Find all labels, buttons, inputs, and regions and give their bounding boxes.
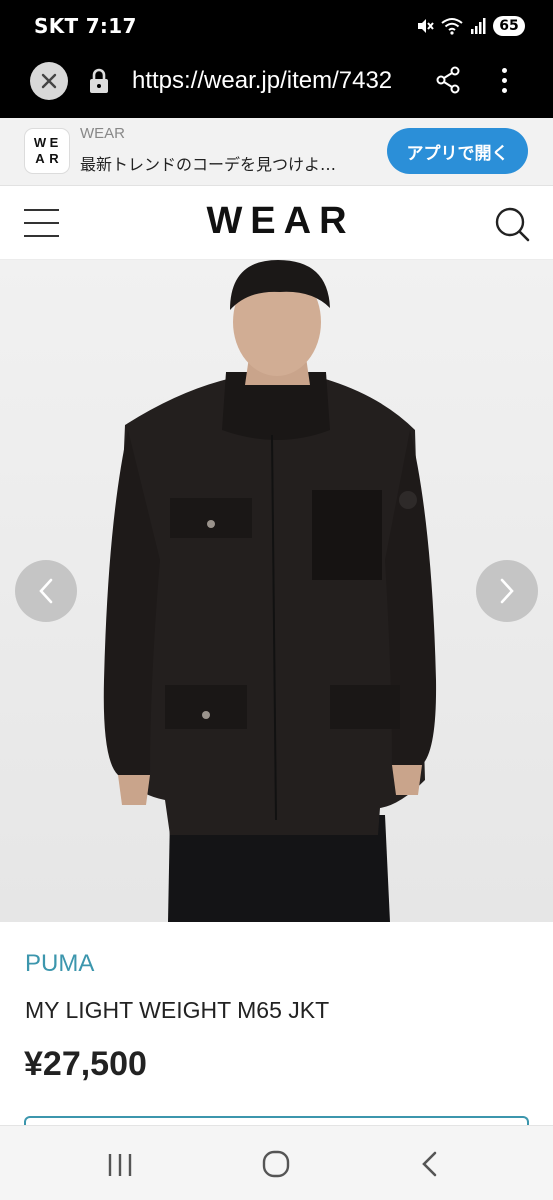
chevron-right-icon <box>500 578 514 604</box>
close-icon <box>41 73 57 89</box>
lock-icon[interactable] <box>88 67 110 99</box>
mute-icon <box>418 19 434 33</box>
app-description: 最新トレンドのコーデを見つけよ… <box>80 155 337 174</box>
more-icon[interactable] <box>494 64 514 98</box>
browser-url-bar: https://wear.jp/item/7432 <box>0 52 553 118</box>
carrier-time: SKT 7:17 <box>34 14 137 38</box>
share-button[interactable] <box>434 65 462 99</box>
product-name: MY LIGHT WEIGHT M65 JKT <box>25 997 330 1023</box>
app-name: WEAR <box>80 125 125 142</box>
home-icon[interactable] <box>262 1150 290 1182</box>
product-image[interactable] <box>0 260 553 922</box>
recent-apps-icon[interactable] <box>106 1152 134 1182</box>
brand-link[interactable]: PUMA <box>25 950 94 978</box>
status-icons: 65 <box>416 13 525 39</box>
open-app-button[interactable]: アプリで開く <box>387 128 528 174</box>
signal-icon <box>471 18 486 34</box>
model-photo <box>0 260 553 922</box>
wifi-icon <box>441 18 463 35</box>
app-banner: W E A R WEAR 最新トレンドのコーデを見つけよ… アプリで開く <box>0 118 553 186</box>
url-field[interactable]: https://wear.jp/item/7432 <box>132 67 414 95</box>
site-header: WEAR <box>0 186 553 260</box>
app-logo: W E A R <box>24 128 70 174</box>
back-icon[interactable] <box>420 1150 440 1182</box>
share-icon <box>436 66 460 94</box>
next-image-button[interactable] <box>476 560 538 622</box>
search-icon[interactable] <box>494 206 530 246</box>
status-bar: SKT 7:17 65 <box>0 0 553 52</box>
site-logo[interactable]: WEAR <box>0 200 553 243</box>
close-tab-button[interactable] <box>30 62 68 100</box>
battery-icon: 65 <box>493 16 525 36</box>
product-price: ¥27,500 <box>24 1045 147 1083</box>
system-nav-bar <box>0 1125 553 1200</box>
chevron-left-icon <box>39 578 53 604</box>
previous-image-button[interactable] <box>15 560 77 622</box>
